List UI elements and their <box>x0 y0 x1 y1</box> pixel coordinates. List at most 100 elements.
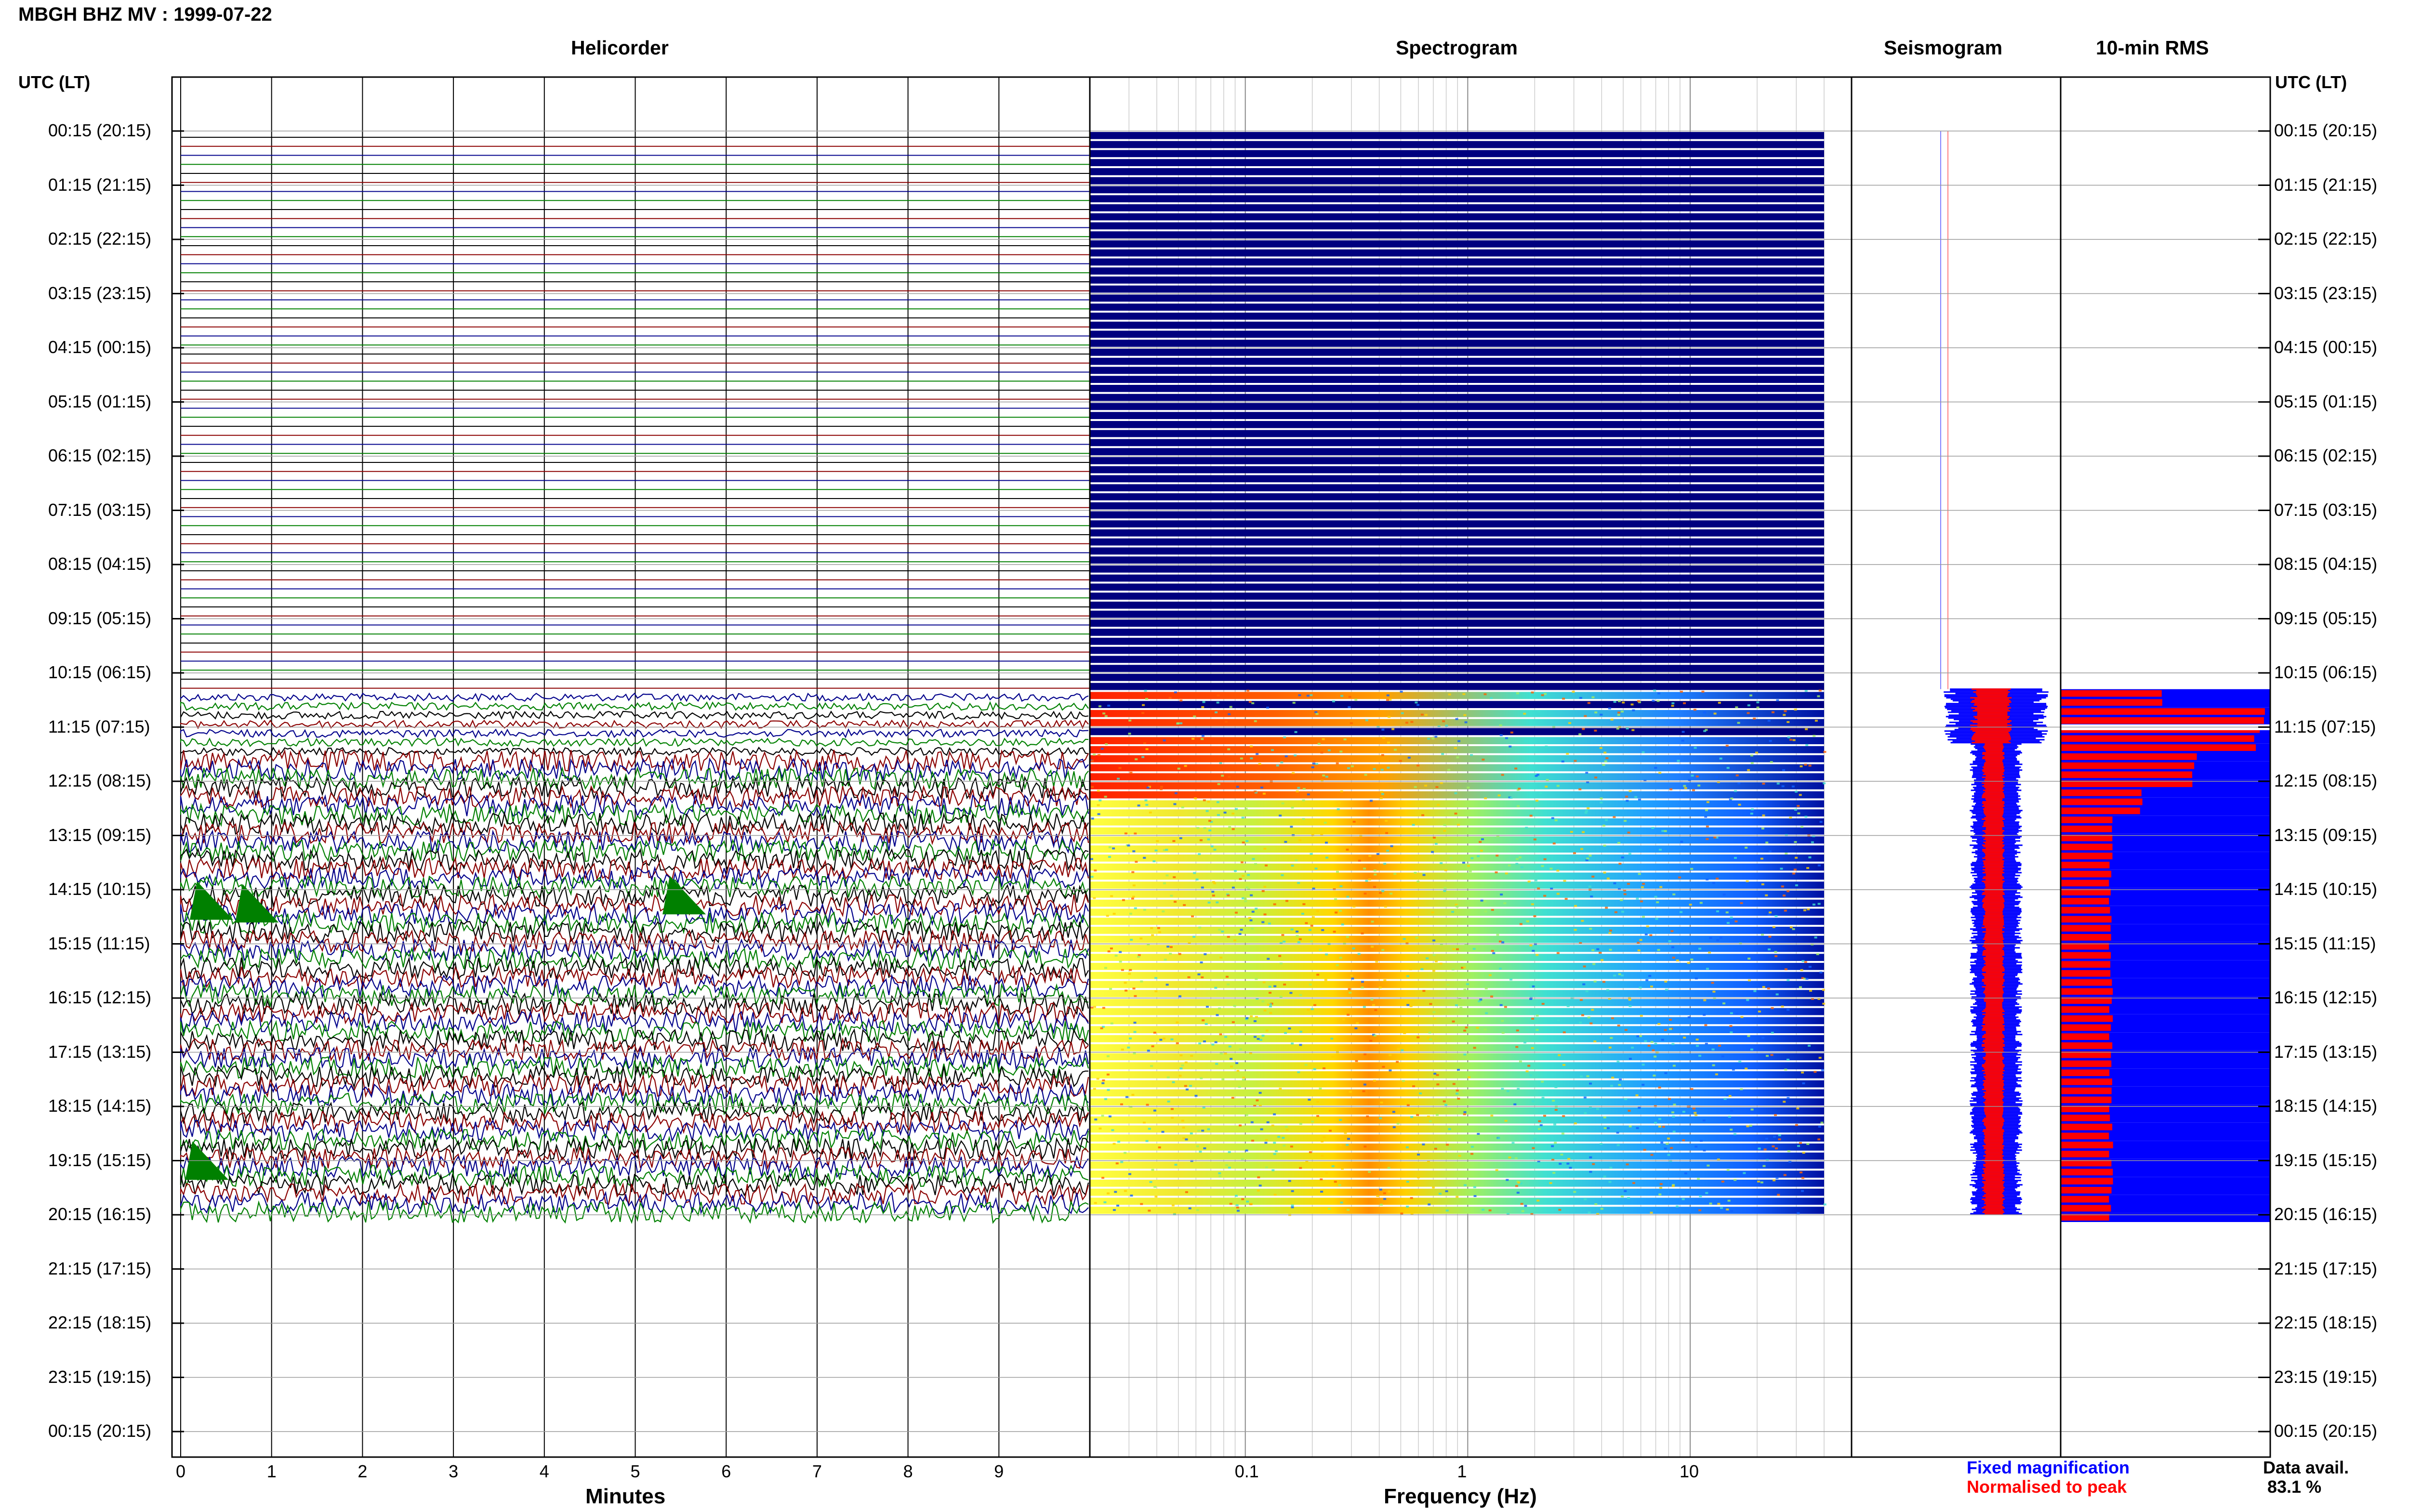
spectrogram-speckle <box>1596 948 1600 950</box>
spectrogram-speckle <box>1121 1048 1124 1051</box>
spectrogram-speckle <box>1808 856 1812 858</box>
spectrogram-speckle <box>1339 1119 1342 1121</box>
spectrogram-speckle <box>1483 693 1487 696</box>
spectrogram-speckle <box>1470 857 1474 859</box>
spectrogram-speckle <box>1238 933 1242 935</box>
spectrogram-speckle <box>1093 1006 1097 1008</box>
spectrogram-speckle <box>1525 827 1528 829</box>
spectrogram-speckle <box>1619 1078 1622 1081</box>
spectrogram-speckle <box>1802 1082 1805 1085</box>
spectrogram-speckle <box>1412 1085 1416 1088</box>
spectrogram-speckle <box>1429 1038 1432 1040</box>
spectrogram-speckle <box>1433 1073 1437 1075</box>
spectrogram-speckle <box>1806 867 1810 869</box>
spectrogram-row <box>1090 376 1824 383</box>
rms-normalised-bar <box>2061 925 2111 932</box>
spectrogram-speckle <box>1725 911 1729 914</box>
spectrogram-speckle <box>1769 740 1772 742</box>
spectrogram-speckle <box>1101 1115 1104 1117</box>
spectrogram-speckle <box>1501 1088 1504 1090</box>
spectrogram-speckle <box>1428 949 1431 951</box>
spectrogram-speckle <box>1134 907 1137 909</box>
spectrogram-speckle <box>1690 958 1694 960</box>
spectrogram-speckle <box>1503 902 1507 905</box>
spectrogram-speckle <box>1436 1083 1440 1086</box>
spectrogram-speckle <box>1628 1058 1632 1060</box>
spectrogram-speckle <box>1628 853 1631 855</box>
spectrogram-speckle <box>1265 1166 1268 1169</box>
spectrogram-speckle <box>1236 1206 1239 1209</box>
spectrogram-speckle <box>1376 853 1379 855</box>
spectrogram-speckle <box>1297 1071 1300 1073</box>
spectrogram-speckle <box>1310 940 1313 943</box>
spectrogram-speckle <box>1405 1146 1409 1148</box>
spectrogram-speckle <box>1761 933 1764 936</box>
spectrogram-speckle <box>1228 1045 1231 1048</box>
spectrogram-speckle <box>1501 774 1504 776</box>
spectrogram-speckle <box>1661 830 1665 832</box>
spectrogram-row <box>1090 267 1824 275</box>
spectrogram-speckle <box>1602 763 1605 766</box>
spectrogram-speckle <box>1730 916 1733 919</box>
spectrogram-speckle <box>1725 745 1729 747</box>
spectrogram-speckle <box>1143 856 1146 859</box>
spectrogram-speckle <box>1484 987 1488 989</box>
spectrogram-speckle <box>1654 1042 1657 1045</box>
spectrogram-speckle <box>1424 784 1428 787</box>
spectrogram-speckle <box>1626 727 1629 730</box>
spectrogram-speckle <box>1431 737 1435 740</box>
time-label: 02:15 (22:15) <box>48 229 152 249</box>
spectrogram-speckle <box>1787 1058 1790 1061</box>
spectrogram-speckle <box>1553 1123 1557 1126</box>
spectrogram-speckle <box>1671 705 1674 707</box>
spectrogram-speckle <box>1659 886 1663 888</box>
spectrogram-speckle <box>1401 1049 1404 1052</box>
spectrogram-speckle <box>1671 702 1675 705</box>
spectrogram-speckle <box>1620 710 1624 713</box>
spectrogram-speckle <box>1743 900 1746 902</box>
spectrogram-speckle <box>1262 792 1266 795</box>
spectrogram-speckle <box>1441 753 1444 755</box>
spectrogram-speckle <box>1664 830 1667 832</box>
spectrogram-speckle <box>1684 1172 1687 1174</box>
spectrogram-speckle <box>1178 1075 1182 1077</box>
spectrogram-speckle <box>1473 1186 1476 1188</box>
spectrogram-speckle <box>1388 1190 1391 1193</box>
spectrogram-speckle <box>1563 880 1566 882</box>
spectrogram-speckle <box>1740 902 1743 904</box>
spectrogram-speckle <box>1102 1079 1105 1081</box>
spectrogram-speckle <box>1668 1019 1672 1021</box>
spectrogram-speckle <box>1383 1192 1386 1195</box>
time-label: 19:15 (15:15) <box>2274 1150 2378 1170</box>
spectrogram-speckle <box>1706 801 1709 803</box>
spectrogram-speckle <box>1709 1202 1712 1205</box>
spectrogram-speckle <box>1591 1009 1594 1011</box>
spectrogram-speckle <box>1124 832 1127 835</box>
spectrogram-speckle <box>1533 915 1536 918</box>
spectrogram-speckle <box>1763 1148 1767 1151</box>
rms-normalised-bar <box>2061 1033 2109 1040</box>
spectrogram-speckle <box>1167 1100 1170 1103</box>
spectrogram-speckle <box>1448 1128 1451 1131</box>
spectrogram-speckle <box>1605 819 1608 821</box>
spectrogram-speckle <box>1106 1073 1110 1076</box>
frequency-tick-label: 10 <box>1680 1461 1699 1481</box>
spectrogram-speckle <box>1231 828 1235 830</box>
spectrogram-speckle <box>1508 864 1511 867</box>
spectrogram-speckle <box>1235 1062 1239 1065</box>
spectrogram-speckle <box>1401 1199 1404 1202</box>
spectrogram-speckle <box>1129 969 1132 971</box>
spectrogram-speckle <box>1283 1144 1286 1147</box>
spectrogram-speckle <box>1128 1173 1131 1175</box>
spectrogram-speckle <box>1672 1065 1676 1067</box>
spectrogram-speckle <box>1456 1092 1459 1095</box>
spectrogram-speckle <box>1584 1112 1587 1114</box>
spectrogram-speckle <box>1223 811 1227 814</box>
spectrogram-speckle <box>1760 857 1763 860</box>
frequency-axis-label: Frequency (Hz) <box>1384 1485 1537 1508</box>
spectrogram-speckle <box>1671 1043 1675 1045</box>
spectrogram-speckle <box>1769 911 1772 914</box>
spectrogram-speckle <box>1309 1151 1312 1154</box>
spectrogram-speckle <box>1774 951 1777 953</box>
spectrogram-speckle <box>1533 1138 1536 1140</box>
